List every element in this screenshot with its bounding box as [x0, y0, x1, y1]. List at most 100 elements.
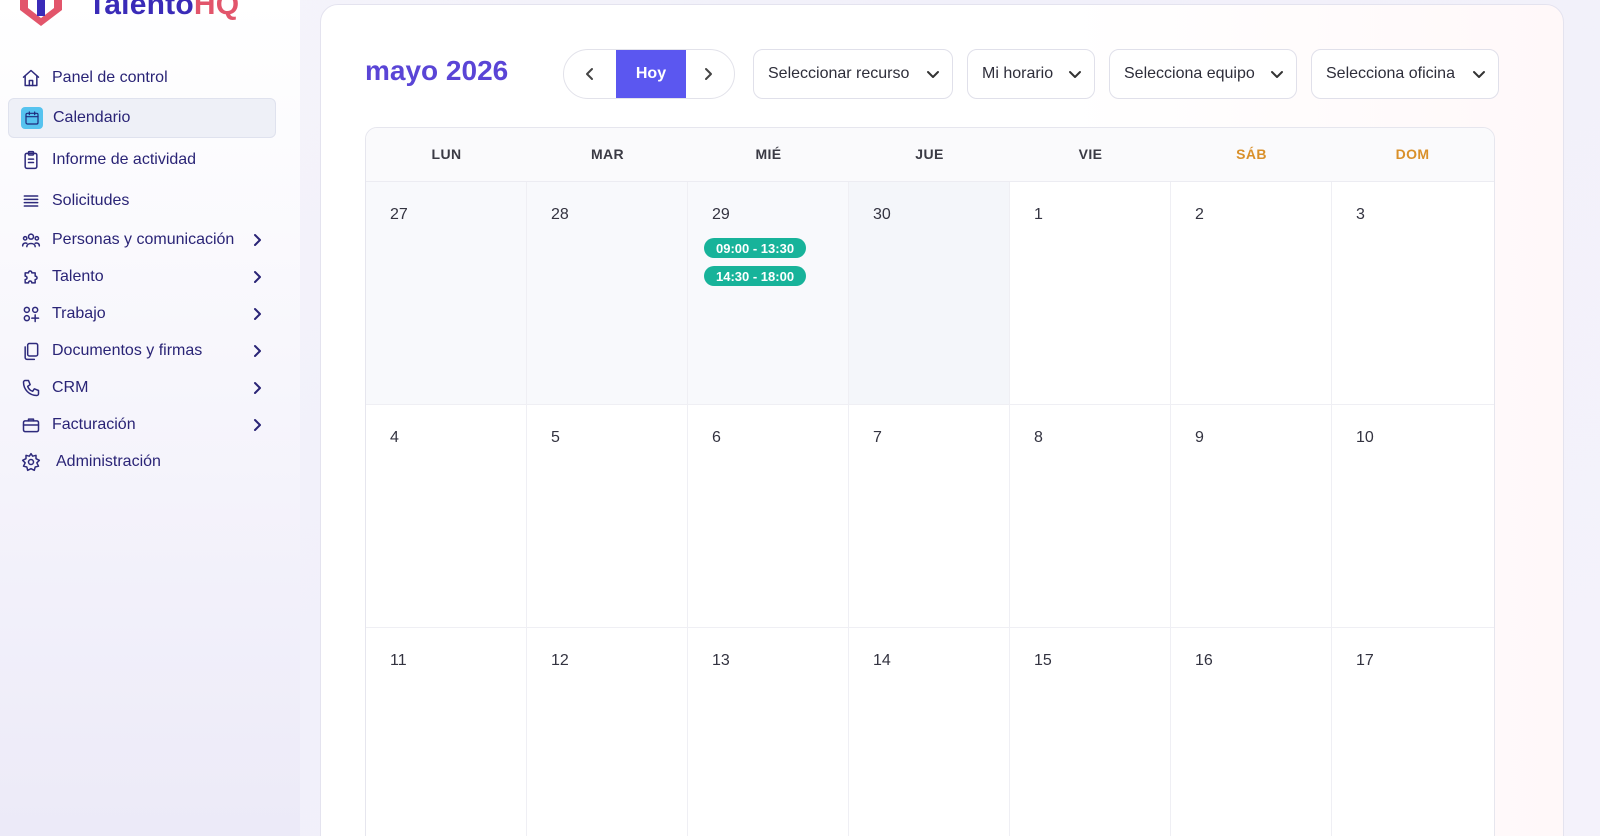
brand-name-part1: Talento	[88, 0, 194, 21]
chevron-right-icon	[250, 344, 264, 358]
gear-icon	[20, 451, 42, 473]
calendar-event[interactable]: 09:00 - 13:30	[704, 238, 807, 258]
calendar-day-cell[interactable]: 4	[366, 405, 527, 628]
calendar-day-cell[interactable]: 8	[1010, 405, 1171, 628]
sidebar-item-label: Talento	[52, 268, 104, 285]
clipboard-icon	[20, 149, 42, 171]
chevron-right-icon	[705, 68, 712, 80]
day-number: 10	[1356, 429, 1374, 446]
calendar-day-cell[interactable]: 17	[1332, 628, 1494, 836]
day-number: 9	[1195, 429, 1204, 446]
day-number: 30	[873, 206, 891, 223]
sidebar-item-facturacion[interactable]: Facturación	[8, 405, 276, 445]
sidebar-item-personas-y-comunicacion[interactable]: Personas y comunicación	[8, 220, 276, 260]
sidebar-item-label: CRM	[52, 379, 89, 396]
logo[interactable]: TalentoHQ	[16, 0, 239, 28]
calendar-day-cell[interactable]: 3	[1332, 182, 1494, 405]
office-select-value: Selecciona oficina	[1326, 65, 1455, 82]
day-number: 2	[1195, 206, 1204, 223]
weekday-header: LUN MAR MIÉ JUE VIE SÁB DOM	[366, 128, 1494, 182]
day-number: 13	[712, 652, 730, 669]
calendar-day-cell[interactable]: 13	[688, 628, 849, 836]
day-number: 15	[1034, 652, 1052, 669]
resource-select-value: Seleccionar recurso	[768, 65, 910, 82]
day-number: 7	[873, 429, 882, 446]
chevron-right-icon	[250, 270, 264, 284]
team-select-value: Selecciona equipo	[1124, 65, 1255, 82]
previous-month-button[interactable]	[564, 50, 616, 98]
brand-name: TalentoHQ	[88, 0, 239, 22]
sidebar-item-administracion[interactable]: Administración	[8, 442, 276, 482]
sidebar-item-label: Trabajo	[52, 305, 106, 322]
phone-icon	[20, 377, 42, 399]
team-select[interactable]: Selecciona equipo	[1109, 49, 1297, 99]
briefcase-icon	[20, 414, 42, 436]
sidebar-item-talento[interactable]: Talento	[8, 257, 276, 297]
chevron-right-icon	[250, 418, 264, 432]
weekday-label-weekend: SÁB	[1236, 146, 1267, 162]
sidebar-item-documentos-y-firmas[interactable]: Documentos y firmas	[8, 331, 276, 371]
weekday-label: MAR	[590, 146, 625, 162]
day-number: 5	[551, 429, 560, 446]
calendar-day-cell[interactable]: 29 09:00 - 13:30 14:30 - 18:00	[688, 182, 849, 405]
day-number: 8	[1034, 429, 1043, 446]
chevron-down-icon	[1270, 67, 1284, 81]
sidebar-item-solicitudes[interactable]: Solicitudes	[8, 181, 276, 221]
month-title: mayo 2026	[365, 55, 509, 86]
calendar-day-cell[interactable]: 28	[527, 182, 688, 405]
calendar-event[interactable]: 14:30 - 18:00	[704, 266, 807, 286]
weekday-label: JUE	[915, 146, 944, 162]
next-month-button[interactable]	[682, 50, 734, 98]
calendar-day-cell[interactable]: 5	[527, 405, 688, 628]
calendar-icon	[21, 107, 43, 129]
chevron-down-icon	[1472, 67, 1486, 81]
calendar-day-cell[interactable]: 9	[1171, 405, 1332, 628]
day-number: 27	[390, 206, 408, 223]
sidebar-item-trabajo[interactable]: Trabajo	[8, 294, 276, 334]
sidebar-item-label: Facturación	[52, 416, 136, 433]
sidebar-item-panel-de-control[interactable]: Panel de control	[8, 58, 276, 98]
today-button[interactable]: Hoy	[616, 50, 686, 98]
documents-icon	[20, 340, 42, 362]
calendar-day-cell[interactable]: 15	[1010, 628, 1171, 836]
users-icon	[20, 229, 42, 251]
chevron-right-icon	[250, 233, 264, 247]
sidebar-item-label: Informe de actividad	[52, 151, 197, 168]
calendar-day-cell[interactable]: 10	[1332, 405, 1494, 628]
schedule-select[interactable]: Mi horario	[967, 49, 1095, 99]
day-number: 11	[390, 652, 407, 669]
calendar-day-cell[interactable]: 16	[1171, 628, 1332, 836]
sidebar-item-crm[interactable]: CRM	[8, 368, 276, 408]
resource-select[interactable]: Seleccionar recurso	[753, 49, 953, 99]
calendar-day-cell[interactable]: 6	[688, 405, 849, 628]
calendar-day-cell[interactable]: 1	[1010, 182, 1171, 405]
calendar-day-cell[interactable]: 11	[366, 628, 527, 836]
weekday-label-weekend: DOM	[1395, 146, 1430, 162]
day-number: 6	[712, 429, 721, 446]
calendar-day-cell[interactable]: 12	[527, 628, 688, 836]
calendar-day-cell[interactable]: 27	[366, 182, 527, 405]
sidebar-item-label: Administración	[56, 453, 161, 470]
weekday-label: VIE	[1078, 146, 1103, 162]
home-icon	[20, 67, 42, 89]
schedule-select-value: Mi horario	[982, 65, 1054, 82]
chevron-down-icon	[926, 67, 940, 81]
chevron-down-icon	[1068, 67, 1082, 81]
logo-icon	[20, 0, 62, 26]
calendar-day-cell[interactable]: 7	[849, 405, 1010, 628]
sidebar-item-calendario[interactable]: Calendario	[8, 98, 276, 138]
day-number: 14	[873, 652, 891, 669]
date-navigation: Hoy	[563, 49, 735, 99]
calendar-day-cell[interactable]: 30	[849, 182, 1010, 405]
sidebar-item-informe-de-actividad[interactable]: Informe de actividad	[8, 140, 276, 180]
day-number: 17	[1356, 652, 1374, 669]
sidebar-item-label: Solicitudes	[52, 192, 130, 209]
day-number: 12	[551, 652, 569, 669]
chevron-left-icon	[586, 68, 593, 80]
day-number: 16	[1195, 652, 1213, 669]
chevron-right-icon	[250, 307, 264, 321]
month-calendar: LUN MAR MIÉ JUE VIE SÁB DOM 27 28 29 09:00 …	[365, 127, 1495, 836]
calendar-day-cell[interactable]: 2	[1171, 182, 1332, 405]
calendar-day-cell[interactable]: 14	[849, 628, 1010, 836]
office-select[interactable]: Selecciona oficina	[1311, 49, 1499, 99]
